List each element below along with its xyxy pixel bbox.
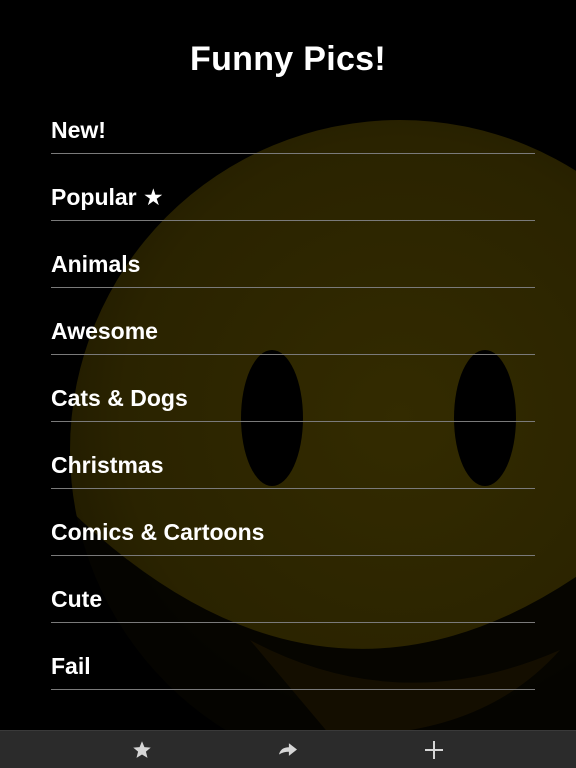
category-item-cats-dogs[interactable]: Cats & Dogs: [51, 370, 535, 437]
category-item-comics-cartoons[interactable]: Comics & Cartoons: [51, 504, 535, 571]
app-screen: Funny Pics! New! Popular ★ Animals Aweso…: [0, 0, 576, 768]
divider: [51, 287, 535, 288]
category-label: Comics & Cartoons: [51, 519, 265, 545]
plus-icon: [425, 741, 443, 759]
divider: [51, 220, 535, 221]
category-item-christmas[interactable]: Christmas: [51, 437, 535, 504]
category-list: New! Popular ★ Animals Awesome Cats & Do…: [51, 102, 535, 705]
add-button[interactable]: [404, 731, 464, 768]
favorites-button[interactable]: [112, 731, 172, 768]
divider: [51, 488, 535, 489]
star-icon: [133, 741, 151, 758]
divider: [51, 555, 535, 556]
category-label: Cute: [51, 586, 103, 612]
divider: [51, 354, 535, 355]
category-label: Cats & Dogs: [51, 385, 188, 411]
share-button[interactable]: [258, 731, 318, 768]
category-label: Awesome: [51, 318, 158, 344]
page-title: Funny Pics!: [190, 40, 386, 78]
category-item-awesome[interactable]: Awesome: [51, 303, 535, 370]
share-arrow-icon: [279, 743, 297, 756]
divider: [51, 622, 535, 623]
divider: [51, 153, 535, 154]
category-item-animals[interactable]: Animals: [51, 236, 535, 303]
category-item-new[interactable]: New!: [51, 102, 535, 169]
divider: [51, 689, 535, 690]
category-label: Fail: [51, 653, 91, 679]
category-label: Popular ★: [51, 184, 164, 210]
category-item-popular[interactable]: Popular ★: [51, 169, 535, 236]
category-label: Animals: [51, 251, 141, 277]
category-label: Christmas: [51, 452, 164, 478]
bottom-toolbar: [0, 730, 576, 768]
divider: [51, 421, 535, 422]
category-label: New!: [51, 117, 106, 143]
category-item-fail[interactable]: Fail: [51, 638, 535, 705]
category-item-cute[interactable]: Cute: [51, 571, 535, 638]
